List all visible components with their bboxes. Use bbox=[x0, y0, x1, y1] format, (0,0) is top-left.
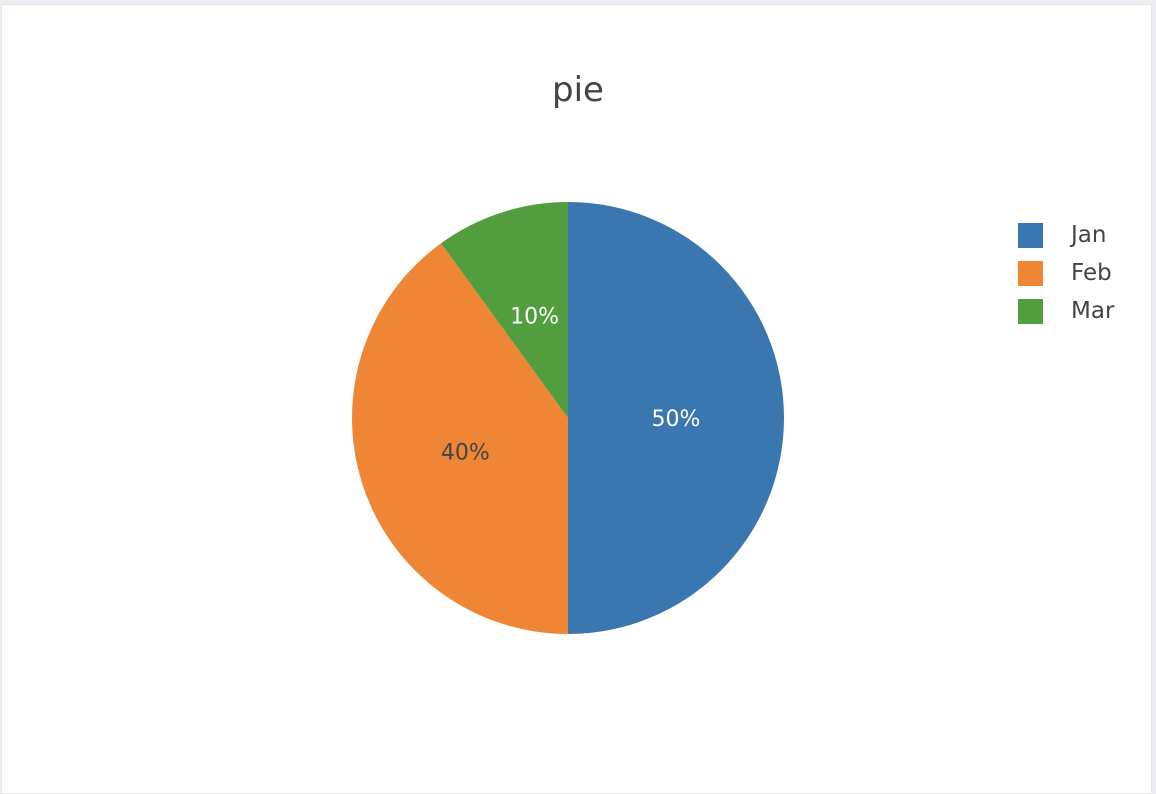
legend-swatch bbox=[1018, 260, 1043, 286]
slice-label-mar: 10% bbox=[510, 304, 559, 329]
slice-label-jan: 50% bbox=[652, 407, 701, 432]
pie-chart: 50% 40% 10% bbox=[352, 202, 784, 635]
legend-swatch bbox=[1018, 222, 1043, 248]
legend-item-mar[interactable]: Mar bbox=[1018, 292, 1114, 330]
legend-swatch bbox=[1018, 298, 1043, 324]
legend-label: Jan bbox=[1071, 222, 1107, 248]
legend-label: Feb bbox=[1071, 260, 1112, 286]
legend-item-feb[interactable]: Feb bbox=[1018, 254, 1114, 292]
slice-label-feb: 40% bbox=[441, 440, 490, 465]
legend-item-jan[interactable]: Jan bbox=[1018, 216, 1114, 254]
pie-slices bbox=[352, 202, 784, 635]
legend: Jan Feb Mar bbox=[1018, 216, 1114, 330]
legend-label: Mar bbox=[1071, 298, 1115, 324]
